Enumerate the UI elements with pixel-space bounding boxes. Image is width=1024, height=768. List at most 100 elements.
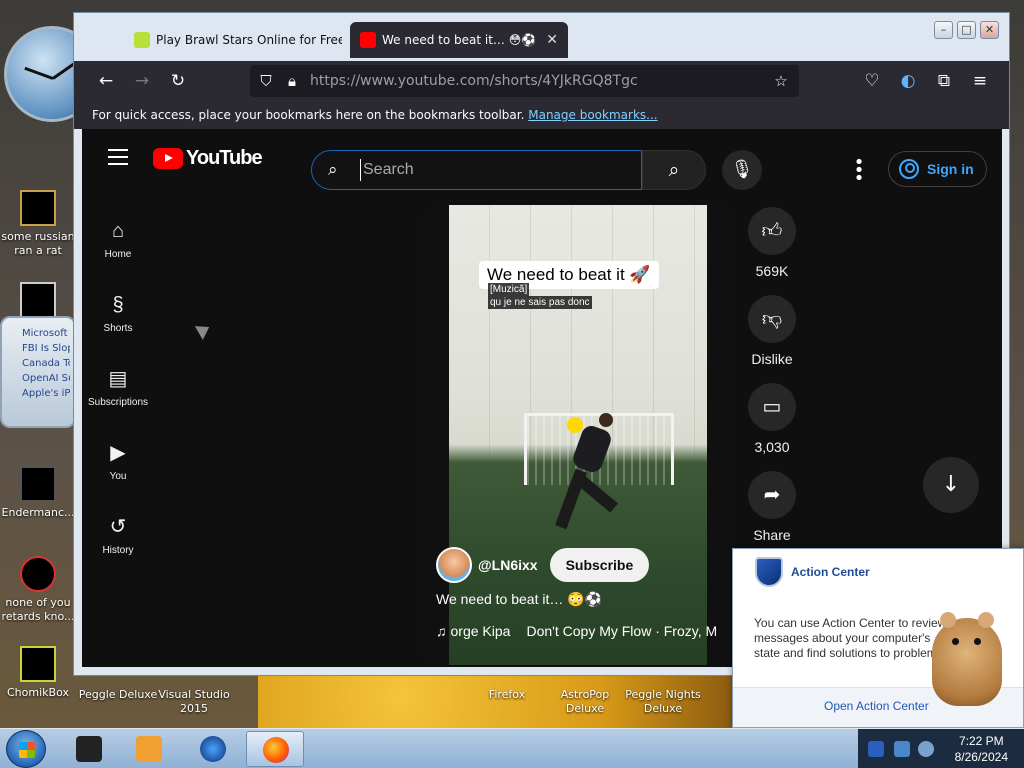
microphone-icon[interactable]: 🎙︎ xyxy=(722,150,762,190)
comment-icon: ▭ xyxy=(748,383,796,431)
search-input[interactable] xyxy=(360,159,630,181)
shield-icon[interactable]: ⛉ xyxy=(256,71,276,91)
bookmarks-toolbar: For quick access, place your bookmarks h… xyxy=(74,101,1009,129)
news-gadget[interactable]: Microsoft E FBI Is Slop Canada To OpenAI… xyxy=(0,316,76,428)
video-subtitles: [Muzică] qu je ne sais pas donc xyxy=(488,283,592,309)
nav-toolbar: ← → ↻ ⛉ 🔒︎ https://www.youtube.com/short… xyxy=(74,61,1009,101)
comments-button[interactable]: ▭ 3,030 xyxy=(746,383,798,455)
action-center-title: Action Center xyxy=(791,565,870,579)
short-title[interactable]: We need to beat it… 😳⚽ xyxy=(436,591,602,608)
start-button[interactable] xyxy=(6,730,46,768)
hamburger-menu-icon[interactable] xyxy=(108,149,128,165)
search-icon: ⌕ xyxy=(328,160,338,180)
desktop-icon-label[interactable]: AstroPop Deluxe xyxy=(552,688,618,716)
sidebar-item-label: Home xyxy=(104,249,132,260)
file-icon xyxy=(20,466,56,502)
history-icon: ↺ xyxy=(109,516,127,538)
system-clock[interactable]: 7:22 PM 8/26/2024 xyxy=(955,733,1008,765)
home-icon: ⌂ xyxy=(111,220,125,242)
next-short-arrow-icon[interactable]: ↓ xyxy=(923,457,979,513)
taskbar-app[interactable] xyxy=(60,731,118,767)
subscribe-button[interactable]: Subscribe xyxy=(549,548,650,582)
desktop-icon-label[interactable]: Peggle Nights Deluxe xyxy=(622,688,704,716)
like-button[interactable]: 👍︎ 569K xyxy=(746,207,798,279)
sidebar-item-label: Shorts xyxy=(103,323,133,334)
sidebar-item-subscriptions[interactable]: ▤ Subscriptions xyxy=(82,367,154,408)
desktop-icon-label[interactable]: Firefox xyxy=(476,688,538,702)
sign-in-button[interactable]: Sign in xyxy=(888,151,987,187)
system-tray: 7:22 PM 8/26/2024 xyxy=(858,729,1024,768)
close-window-button[interactable]: ✕ xyxy=(980,21,999,39)
extensions-icon[interactable]: ⧉ xyxy=(932,69,956,93)
taskbar-app-firefox[interactable] xyxy=(246,731,304,767)
desktop-icon[interactable]: some russian ran a rat xyxy=(0,190,76,258)
sidebar-item-you[interactable]: ▶ You xyxy=(82,441,154,482)
short-player[interactable]: We need to beat it 🚀 [Muzică] qu je ne s… xyxy=(420,205,736,665)
account-icon xyxy=(899,159,919,179)
youtube-play-icon xyxy=(153,148,183,169)
share-label: Share xyxy=(753,527,791,543)
news-item[interactable]: Apple's iPh xyxy=(22,386,70,401)
minimize-button[interactable]: – xyxy=(934,21,953,39)
search-box: ⌕ xyxy=(311,150,642,190)
tab-strip: Play Brawl Stars Online for Free ✕ We ne… xyxy=(74,13,1009,61)
sidebar-item-shorts[interactable]: § Shorts xyxy=(82,293,154,334)
desktop-icon-label[interactable]: Peggle Deluxe xyxy=(78,688,158,702)
channel-avatar[interactable] xyxy=(436,547,472,583)
app-icon xyxy=(20,646,56,682)
pocket-icon[interactable]: ♡ xyxy=(860,69,884,93)
comment-count: 3,030 xyxy=(754,439,790,455)
action-center-flag-icon xyxy=(755,557,783,587)
desktop-icon[interactable]: Endermanc... xyxy=(0,466,76,520)
maximize-button[interactable]: □ xyxy=(957,21,976,39)
forward-icon[interactable]: → xyxy=(130,69,154,93)
media-center-icon xyxy=(76,736,102,762)
brawl-stars-favicon-icon xyxy=(134,32,150,48)
sidebar-item-label: Subscriptions xyxy=(87,397,149,408)
news-item[interactable]: FBI Is Slop xyxy=(22,341,70,356)
news-item[interactable]: Canada To xyxy=(22,356,70,371)
menu-icon[interactable]: ≡ xyxy=(968,69,992,93)
youtube-favicon-icon xyxy=(360,32,376,48)
desktop-icon[interactable]: none of you retards kno... xyxy=(0,556,76,624)
sidebar-item-home[interactable]: ⌂ Home xyxy=(82,219,154,260)
like-count: 569K xyxy=(755,263,789,279)
clock-gadget xyxy=(0,16,100,126)
tab-youtube[interactable]: We need to beat it… 😳⚽ - You ✕ xyxy=(350,22,568,58)
volume-icon[interactable] xyxy=(918,741,934,757)
dislike-label: Dislike xyxy=(751,351,793,367)
youtube-logo[interactable]: YouTube xyxy=(153,147,263,170)
subtitle-line: [Muzică] xyxy=(488,283,530,296)
music-track: Don't Copy My Flow · Frozy, Mw xyxy=(526,623,717,639)
share-button[interactable]: ➦ Share xyxy=(746,471,798,543)
firefox-icon xyxy=(263,737,289,763)
news-item[interactable]: Microsoft E xyxy=(22,326,70,341)
url-bar[interactable]: ⛉ 🔒︎ https://www.youtube.com/shorts/4YJk… xyxy=(250,65,799,97)
desktop-icon[interactable]: ChomikBox xyxy=(0,646,76,700)
vpn-icon[interactable]: ◐ xyxy=(896,69,920,93)
desktop-icon-label[interactable]: Visual Studio 2015 xyxy=(156,688,232,716)
file-icon xyxy=(20,190,56,226)
search-button[interactable]: ⌕ xyxy=(642,150,706,190)
back-icon[interactable]: ← xyxy=(94,69,118,93)
bookmark-star-icon[interactable]: ☆ xyxy=(771,71,791,91)
action-center-flag-icon[interactable] xyxy=(868,741,884,757)
network-icon[interactable] xyxy=(894,741,910,757)
reload-icon[interactable]: ↻ xyxy=(166,69,190,93)
url-text[interactable]: https://www.youtube.com/shorts/4YJkRGQ8T… xyxy=(310,73,638,89)
dislike-button[interactable]: 👎︎ Dislike xyxy=(746,295,798,367)
desktop-icon-label: some russian ran a rat xyxy=(1,230,75,257)
tab-title: Play Brawl Stars Online for Free xyxy=(156,33,342,47)
news-item[interactable]: OpenAI Su xyxy=(22,371,70,386)
manage-bookmarks-link[interactable]: Manage bookmarks... xyxy=(528,108,657,122)
music-row[interactable]: ♫ orge Kipa Don't Copy My Flow · Frozy, … xyxy=(436,623,717,639)
lock-icon[interactable]: 🔒︎ xyxy=(282,71,302,91)
close-tab-icon[interactable]: ✕ xyxy=(546,32,558,48)
channel-name[interactable]: @LN6ixx xyxy=(478,557,538,573)
taskbar-app[interactable] xyxy=(120,731,178,767)
tab-brawl-stars[interactable]: Play Brawl Stars Online for Free ✕ xyxy=(124,22,342,58)
sidebar-item-history[interactable]: ↺ History xyxy=(82,515,154,556)
taskbar-app[interactable] xyxy=(184,731,242,767)
sidebar-item-label: You xyxy=(109,471,127,482)
more-options-icon[interactable]: • • • xyxy=(852,154,866,188)
